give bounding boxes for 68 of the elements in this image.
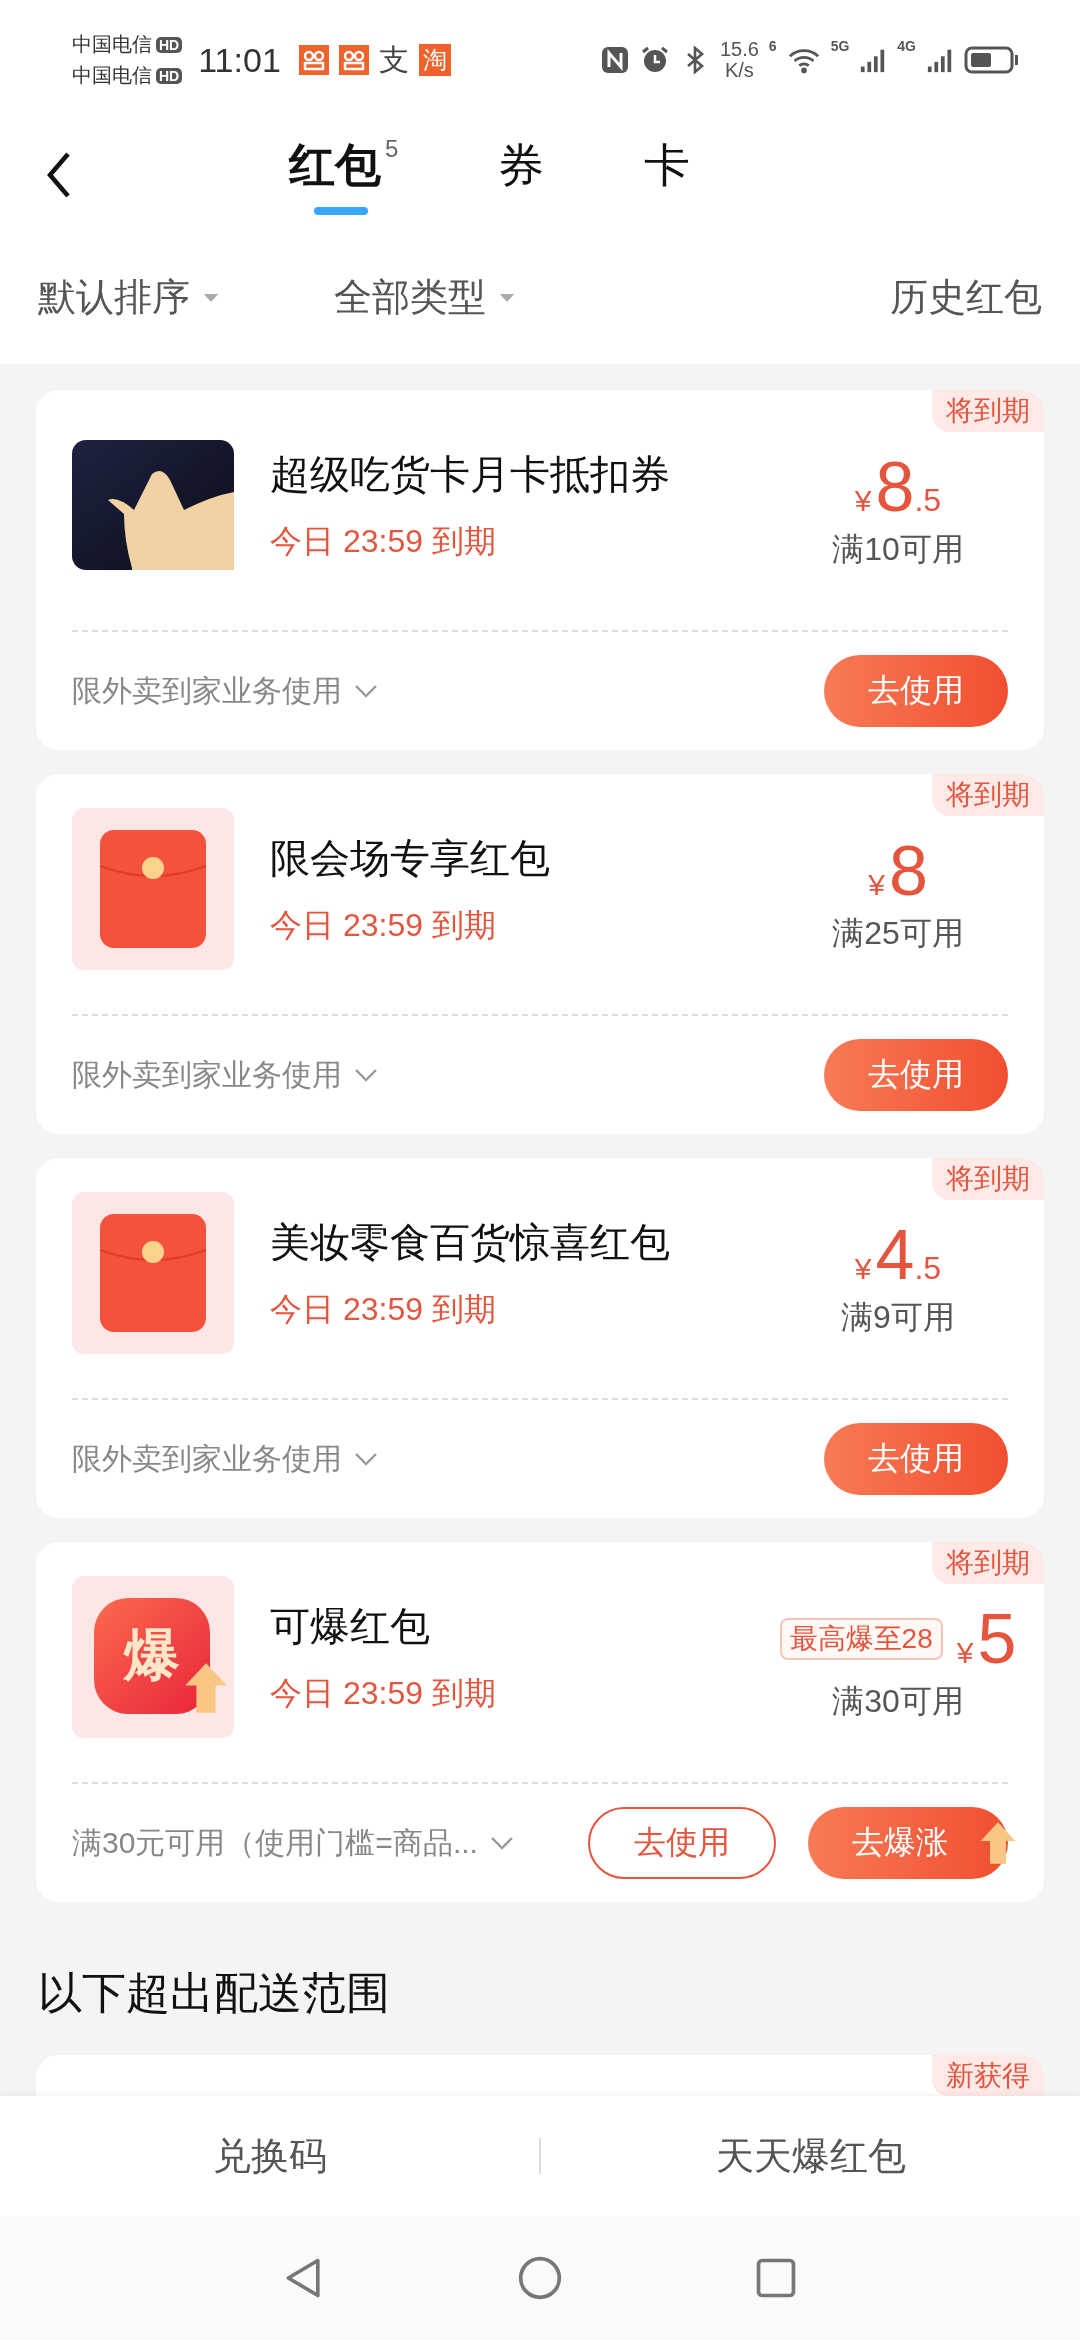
use-button[interactable]: 去使用 — [824, 655, 1008, 727]
tab[interactable]: 券 — [498, 135, 545, 215]
bottom-action[interactable]: 天天爆红包 — [541, 2129, 1080, 2183]
coupon-amount: ¥5 — [956, 1604, 1017, 1674]
speed-unit: K/s — [724, 60, 754, 81]
usage-scope[interactable]: 限外卖到家业务使用 — [72, 670, 342, 712]
carrier-name: 中国电信 — [72, 32, 152, 57]
use-button[interactable]: 去使用 — [588, 1807, 776, 1879]
chevron-down-icon[interactable] — [354, 684, 378, 698]
chevron-down-icon[interactable] — [354, 1068, 378, 1082]
minimum-spend: 满10可用 — [832, 530, 964, 569]
sort-dropdown[interactable]: 全部类型 — [334, 271, 516, 323]
network-type-label: 5G — [830, 38, 850, 54]
history-link[interactable]: 历史红包 — [890, 271, 1042, 323]
app-notification-icon — [338, 45, 369, 75]
app-notification-icon: 淘 — [418, 44, 451, 76]
tab[interactable]: 卡 — [644, 135, 691, 215]
expiring-tag: 将到期 — [932, 1158, 1044, 1200]
expiry-text: 今日 23:59 到期 — [270, 905, 497, 945]
minimum-spend: 满25可用 — [832, 914, 964, 953]
network-type-label: 4G — [897, 38, 916, 54]
crown-icon — [72, 440, 234, 570]
expiring-tag: 将到期 — [932, 1542, 1044, 1584]
usage-scope[interactable]: 限外卖到家业务使用 — [72, 1054, 342, 1096]
dropdown-icon — [202, 291, 220, 303]
expiry-text: 今日 23:59 到期 — [270, 1673, 497, 1713]
coupon-title: 超级吃货卡月卡抵扣券 — [270, 450, 671, 498]
coupon-title: 可爆红包 — [270, 1602, 431, 1650]
boost-button[interactable]: 去爆涨 — [808, 1807, 1008, 1879]
nfc-icon — [599, 45, 630, 75]
coupon-amount: ¥8.5 — [854, 452, 942, 522]
hd-badge: HD — [156, 36, 183, 53]
use-button[interactable]: 去使用 — [824, 1039, 1008, 1111]
battery-icon — [964, 45, 1020, 75]
envelope-icon — [72, 808, 234, 970]
app-notification-icon: 支 — [378, 39, 409, 81]
coupon-title: 美妆零食百货惊喜红包 — [270, 1218, 671, 1266]
wifi-label: 6 — [768, 38, 777, 54]
minimum-spend: 满9可用 — [841, 1298, 955, 1337]
usage-scope[interactable]: 满30元可用（使用门槛=商品... — [72, 1822, 478, 1864]
expiring-tag: 将到期 — [932, 774, 1044, 816]
coupon-title: 限会场专享红包 — [270, 834, 551, 882]
boost-envelope-icon: 爆 — [72, 1576, 234, 1738]
sort-dropdown[interactable]: 默认排序 — [38, 271, 220, 323]
app-notification-icon — [298, 45, 329, 75]
envelope-icon — [72, 1192, 234, 1354]
hd-badge: HD — [156, 67, 183, 84]
usage-scope[interactable]: 限外卖到家业务使用 — [72, 1438, 342, 1480]
coupon-amount: ¥8 — [868, 836, 928, 906]
minimum-spend: 满30可用 — [832, 1682, 964, 1721]
expiring-tag: 将到期 — [932, 390, 1044, 432]
use-button[interactable]: 去使用 — [824, 1423, 1008, 1495]
expiry-text: 今日 23:59 到期 — [270, 521, 497, 561]
alarm-icon — [639, 45, 670, 75]
clock-time: 11:01 — [198, 40, 281, 80]
chevron-down-icon[interactable] — [489, 1836, 514, 1850]
coupon-amount: ¥4.5 — [854, 1220, 942, 1290]
new-tag: 新获得 — [932, 2055, 1044, 2097]
chevron-down-icon[interactable] — [354, 1452, 378, 1466]
bottom-action[interactable]: 兑换码 — [0, 2129, 539, 2183]
expiry-text: 今日 23:59 到期 — [270, 1289, 497, 1329]
tab[interactable]: 红包$^{5}$ — [289, 135, 399, 215]
dropdown-icon — [498, 291, 516, 303]
section-heading: 以下超出配送范围 — [38, 1967, 391, 2019]
home-nav-icon[interactable] — [517, 2255, 563, 2301]
promo-badge: 最高爆至28 — [779, 1618, 943, 1660]
network-speed: 15.6 — [719, 39, 759, 60]
carrier-name: 中国电信 — [72, 63, 152, 88]
